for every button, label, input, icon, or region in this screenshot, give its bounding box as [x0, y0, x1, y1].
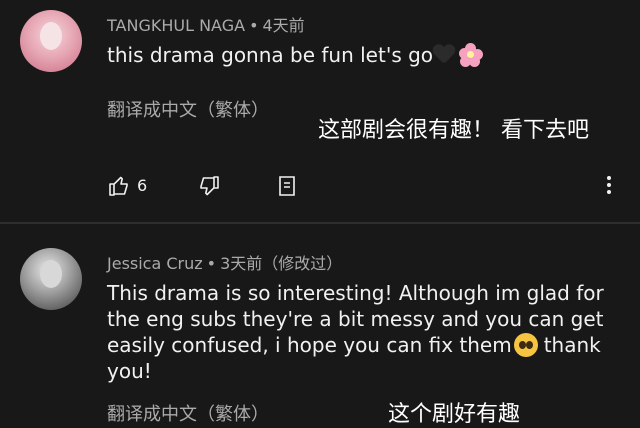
reply-button[interactable] [275, 174, 299, 198]
thumbs-up-icon [109, 176, 128, 196]
translation-overlay-caption: 这部剧会很有趣！ 看下去吧 [318, 118, 589, 143]
reply-icon [279, 176, 295, 196]
comment-time[interactable]: 3天前 [220, 254, 262, 273]
author-name[interactable]: Jessica Cruz [107, 254, 203, 273]
comment-2: Jessica Cruz • 3天前（修改过） This drama is so i… [0, 224, 640, 427]
avatar[interactable] [20, 248, 82, 310]
author-name[interactable]: TANGKHUL NAGA [107, 16, 245, 35]
comment-text: This drama is so interesting! Although i… [107, 280, 607, 384]
comment-1: TANGKHUL NAGA • 4天前 this drama gonna be fu… [0, 0, 640, 222]
more-dot [607, 176, 611, 180]
separator-dot: • [249, 16, 259, 35]
comment-header: Jessica Cruz • 3天前（修改过） [107, 250, 342, 274]
more-dot [607, 190, 611, 194]
translate-link[interactable]: 翻译成中文（繁体） [107, 400, 269, 426]
dislike-button[interactable] [197, 174, 221, 198]
comment-time[interactable]: 4天前 [263, 16, 305, 35]
pleading-face-emoji-icon [513, 333, 538, 357]
edited-label: （修改过） [262, 254, 343, 273]
thumbs-down-icon [200, 176, 219, 196]
more-dot [607, 183, 611, 187]
avatar[interactable] [20, 10, 82, 72]
translate-link[interactable]: 翻译成中文（繁体） [107, 96, 269, 122]
comment-body: this drama gonna be fun let's go [107, 43, 434, 67]
more-vert-icon[interactable] [606, 174, 612, 196]
avatar-face [40, 260, 62, 288]
translation-overlay-caption: 这个剧好有趣 [388, 402, 521, 427]
black-heart-emoji-icon [433, 45, 455, 65]
avatar-face [40, 22, 62, 50]
like-button[interactable]: 6 [107, 174, 147, 198]
comment-text: this drama gonna be fun let's go [107, 42, 484, 68]
comment-header: TANGKHUL NAGA • 4天前 [107, 12, 305, 36]
cherry-blossom-emoji-icon [459, 43, 484, 67]
separator-dot: • [206, 254, 217, 273]
like-count: 6 [137, 176, 148, 195]
